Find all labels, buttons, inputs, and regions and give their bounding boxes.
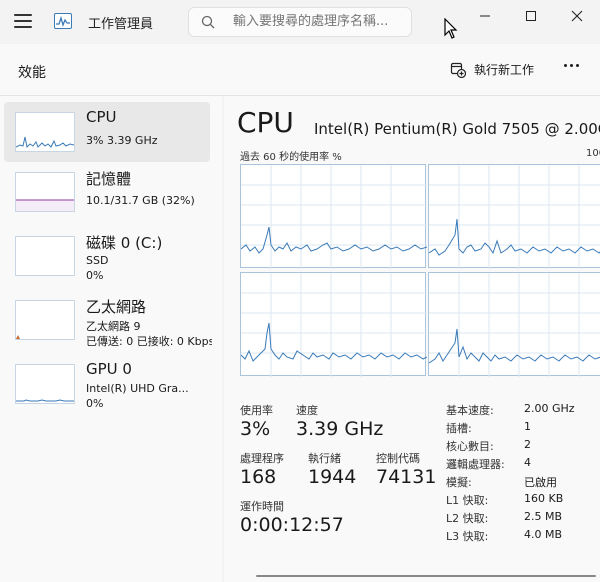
utilization-label: 使用率: [240, 404, 273, 417]
detail-value: 4: [524, 456, 531, 469]
cpu-detail-panel: CPU Intel(R) Pentium(R) Gold 7505 @ 2.00…: [224, 96, 600, 582]
core-graph: [428, 272, 600, 377]
gpu-thumbnail-graph: [15, 364, 75, 404]
sidebar-item-detail: SSD: [86, 254, 109, 267]
detail-key: 插槽:: [446, 422, 472, 435]
run-new-task-label: 執行新工作: [474, 63, 535, 77]
ethernet-thumbnail-graph: [15, 300, 75, 340]
core-graph: [240, 272, 427, 377]
sidebar-item-detail: 0%: [86, 269, 104, 282]
detail-key: L3 快取:: [446, 530, 489, 543]
uptime-value: 0:00:12:57: [240, 514, 344, 536]
sidebar-item-detail: 3% 3.39 GHz: [86, 134, 158, 147]
search-icon: [201, 15, 215, 29]
sidebar-item-label: GPU 0: [86, 360, 132, 378]
detail-value: 已啟用: [524, 476, 557, 489]
task-manager-app-icon: [54, 13, 72, 29]
graph-max-label: 100%: [586, 148, 600, 159]
sidebar-item-detail: 0%: [86, 397, 104, 410]
processes-value: 168: [240, 466, 277, 488]
command-bar: 效能 執行新工作: [0, 44, 600, 96]
sidebar-item-detail: 已傳送: 0 已接收: 0 Kbps: [86, 335, 212, 348]
utilization-value: 3%: [240, 418, 271, 440]
more-options-icon[interactable]: [564, 64, 579, 67]
graph-caption: 過去 60 秒的使用率 %: [240, 152, 342, 163]
minimize-icon: [480, 15, 490, 17]
close-button[interactable]: [554, 0, 600, 32]
search-box[interactable]: [188, 7, 412, 37]
close-icon: [571, 10, 583, 22]
page-title: 效能: [18, 65, 46, 81]
speed-value: 3.39 GHz: [296, 418, 384, 440]
detail-key: 邏輯處理器:: [446, 458, 505, 471]
title-bar: 工作管理員: [0, 0, 600, 44]
core-graph: [240, 164, 427, 269]
uptime-label: 運作時間: [240, 500, 284, 513]
cpu-thumbnail-graph: [15, 112, 75, 152]
detail-value: 160 KB: [524, 492, 564, 505]
disk-thumbnail-graph: [15, 236, 75, 276]
detail-value: 2.5 MB: [524, 510, 563, 523]
search-input[interactable]: [233, 14, 403, 29]
performance-sidebar: CPU 3% 3.39 GHz 記憶體 10.1/31.7 GB (32%) 磁…: [0, 96, 222, 582]
detail-key: 模擬:: [446, 476, 472, 489]
detail-key: L1 快取:: [446, 494, 489, 507]
memory-thumbnail-graph: [15, 172, 75, 212]
maximize-button[interactable]: [508, 0, 554, 32]
detail-key: L2 快取:: [446, 512, 489, 525]
sidebar-item-detail: 乙太網路 9: [86, 320, 141, 333]
detail-value: 2.00 GHz: [524, 402, 575, 415]
threads-label: 執行緒: [308, 452, 341, 465]
sidebar-item-label: CPU: [86, 108, 117, 126]
detail-value: 4.0 MB: [524, 528, 563, 541]
sidebar-item-detail: Intel(R) UHD Gra...: [86, 382, 189, 395]
threads-value: 1944: [308, 466, 357, 488]
run-new-task-button[interactable]: 執行新工作: [450, 61, 534, 78]
detail-key: 核心數目:: [446, 440, 494, 453]
handles-value: 74131: [376, 466, 437, 488]
sidebar-item-memory[interactable]: 記憶體 10.1/31.7 GB (32%): [4, 162, 210, 222]
app-title: 工作管理員: [88, 17, 154, 32]
run-new-task-icon: [450, 62, 466, 78]
horizontal-scrollbar[interactable]: [256, 575, 596, 577]
maximize-icon: [526, 11, 536, 21]
panel-title: CPU: [237, 106, 294, 139]
sidebar-item-label: 乙太網路: [86, 298, 147, 316]
sidebar-item-ethernet[interactable]: 乙太網路 乙太網路 9 已傳送: 0 已接收: 0 Kbps: [4, 290, 212, 350]
detail-key: 基本速度:: [446, 404, 494, 417]
sidebar-item-label: 磁碟 0 (C:): [86, 234, 163, 252]
core-graph: [428, 164, 600, 269]
cpu-model-name: Intel(R) Pentium(R) Gold 7505 @ 2.00GHz: [314, 120, 600, 138]
sidebar-item-detail: 10.1/31.7 GB (32%): [86, 194, 195, 207]
detail-value: 1: [524, 420, 531, 433]
mouse-cursor-icon: [444, 18, 458, 39]
detail-value: 2: [524, 438, 531, 451]
sidebar-item-label: 記憶體: [86, 170, 132, 188]
sidebar-item-disk[interactable]: 磁碟 0 (C:) SSD 0%: [4, 226, 210, 286]
hamburger-menu-icon[interactable]: [14, 14, 32, 28]
sidebar-item-cpu[interactable]: CPU 3% 3.39 GHz: [4, 102, 210, 162]
handles-label: 控制代碼: [376, 452, 420, 465]
speed-label: 速度: [296, 404, 318, 417]
sidebar-item-gpu[interactable]: GPU 0 Intel(R) UHD Gra... 0%: [4, 354, 210, 414]
processes-label: 處理程序: [240, 452, 284, 465]
minimize-button[interactable]: [462, 0, 508, 32]
